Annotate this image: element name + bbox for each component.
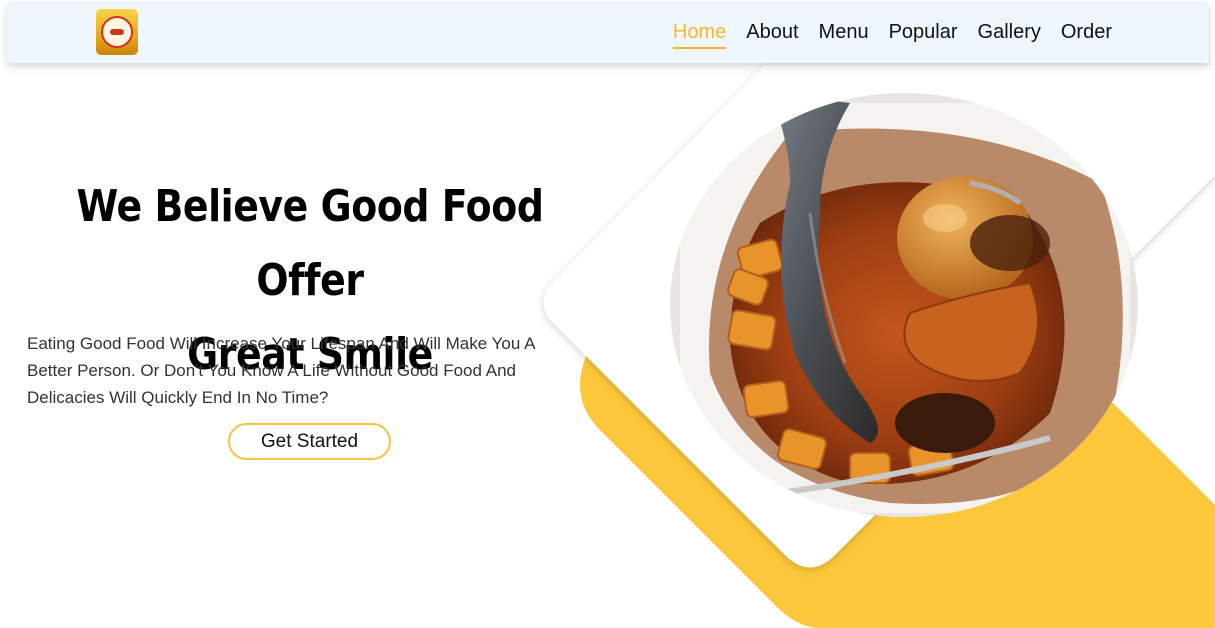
nav-menu-link[interactable]: Menu (819, 19, 869, 49)
hero-title-line1: We Believe Good Food Offer (76, 181, 544, 306)
nav-home-link[interactable]: Home (672, 19, 727, 49)
nav-gallery-link[interactable]: Gallery (978, 19, 1041, 49)
nav-order-link[interactable]: Order (1061, 19, 1112, 49)
hero-description: Eating Good Food Will Increase Your Life… (27, 334, 535, 407)
food-plate-image (670, 93, 1138, 517)
logo-badge (101, 16, 133, 48)
logo-mark (110, 29, 124, 35)
nav-popular-link[interactable]: Popular (889, 19, 958, 49)
main-nav: Home About Menu Popular Gallery Order (672, 19, 1112, 49)
restaurant-logo-icon[interactable] (96, 9, 138, 55)
get-started-button[interactable]: Get Started (228, 423, 391, 460)
nav-about-link[interactable]: About (746, 19, 798, 49)
site-header: Home About Menu Popular Gallery Order (7, 3, 1208, 63)
